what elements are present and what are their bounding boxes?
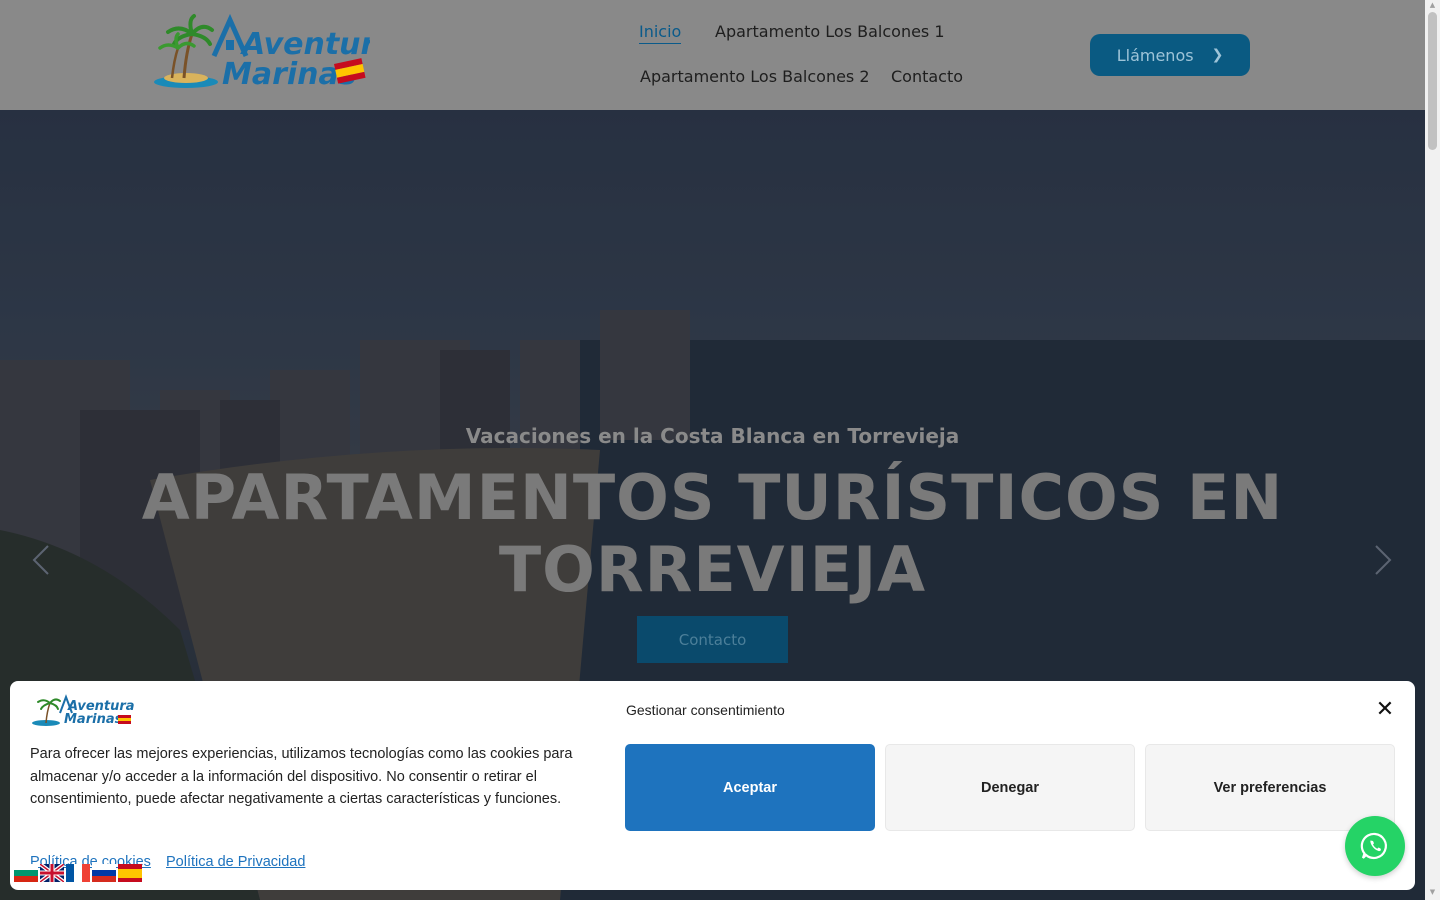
scroll-up-arrow-icon[interactable]: ▲ [1428, 1, 1437, 10]
whatsapp-icon [1360, 832, 1387, 860]
language-switcher [14, 864, 142, 882]
chevron-right-icon: ❯ [1211, 47, 1224, 63]
chevron-left-icon [32, 545, 49, 575]
accept-label: Aceptar [723, 779, 777, 796]
hero-contact-label: Contacto [678, 630, 747, 649]
consent-logo: Aventuras Marinas [32, 694, 134, 727]
whatsapp-button[interactable] [1345, 816, 1405, 876]
hero-title: APARTAMENTOS TURÍSTICOS EN TORREVIEJA [0, 462, 1425, 606]
slider-prev-arrow[interactable] [26, 540, 56, 580]
hero-title-line-2: TORREVIEJA [498, 533, 927, 606]
close-icon[interactable]: ✕ [1372, 697, 1398, 723]
call-us-label: Llámenos [1116, 45, 1194, 65]
consent-description: Para ofrecer las mejores experiencias, u… [30, 746, 573, 807]
french-flag-icon[interactable] [66, 864, 90, 882]
nav-item-balcones-1[interactable]: Apartamento Los Balcones 1 [715, 22, 945, 41]
hero-subtitle: Vacaciones en la Costa Blanca en Torrevi… [465, 424, 960, 448]
page-scrollbar[interactable]: ▲ ▼ [1425, 0, 1440, 900]
russian-flag-icon[interactable] [92, 864, 116, 882]
site-logo[interactable]: Aventuras Marinas [150, 12, 370, 90]
accept-button[interactable]: Aceptar [625, 744, 875, 831]
deny-label: Denegar [980, 779, 1040, 796]
bulgarian-flag-icon[interactable] [14, 864, 38, 882]
cookie-consent-banner: Aventuras Marinas Gestionar consentimien… [10, 681, 1415, 890]
english-flag-icon[interactable] [40, 864, 64, 882]
call-us-button[interactable]: Llámenos ❯ [1090, 34, 1250, 76]
site-header: Aventuras Marinas Inicio Apartamento Los… [0, 0, 1425, 110]
view-preferences-button[interactable]: Ver preferencias [1145, 744, 1395, 831]
scroll-down-arrow-icon[interactable]: ▼ [1428, 888, 1437, 897]
consent-logo-text-2: Marinas [64, 712, 123, 727]
spanish-flag-icon[interactable] [118, 864, 142, 882]
nav-item-inicio[interactable]: Inicio [639, 22, 682, 44]
hero-contact-button[interactable]: Contacto [637, 616, 788, 663]
nav-item-balcones-2[interactable]: Apartamento Los Balcones 2 [640, 67, 870, 86]
hero-title-line-1: APARTAMENTOS TURÍSTICOS EN [141, 461, 1284, 534]
prefs-label: Ver preferencias [1213, 779, 1327, 796]
consent-title: Gestionar consentimiento [626, 702, 785, 718]
scroll-thumb[interactable] [1428, 12, 1437, 150]
deny-button[interactable]: Denegar [885, 744, 1135, 831]
chevron-right-icon [1375, 545, 1392, 575]
slider-next-arrow[interactable] [1368, 540, 1398, 580]
privacy-policy-link[interactable]: Política de Privacidad [166, 854, 305, 870]
nav-item-contacto[interactable]: Contacto [891, 67, 963, 86]
